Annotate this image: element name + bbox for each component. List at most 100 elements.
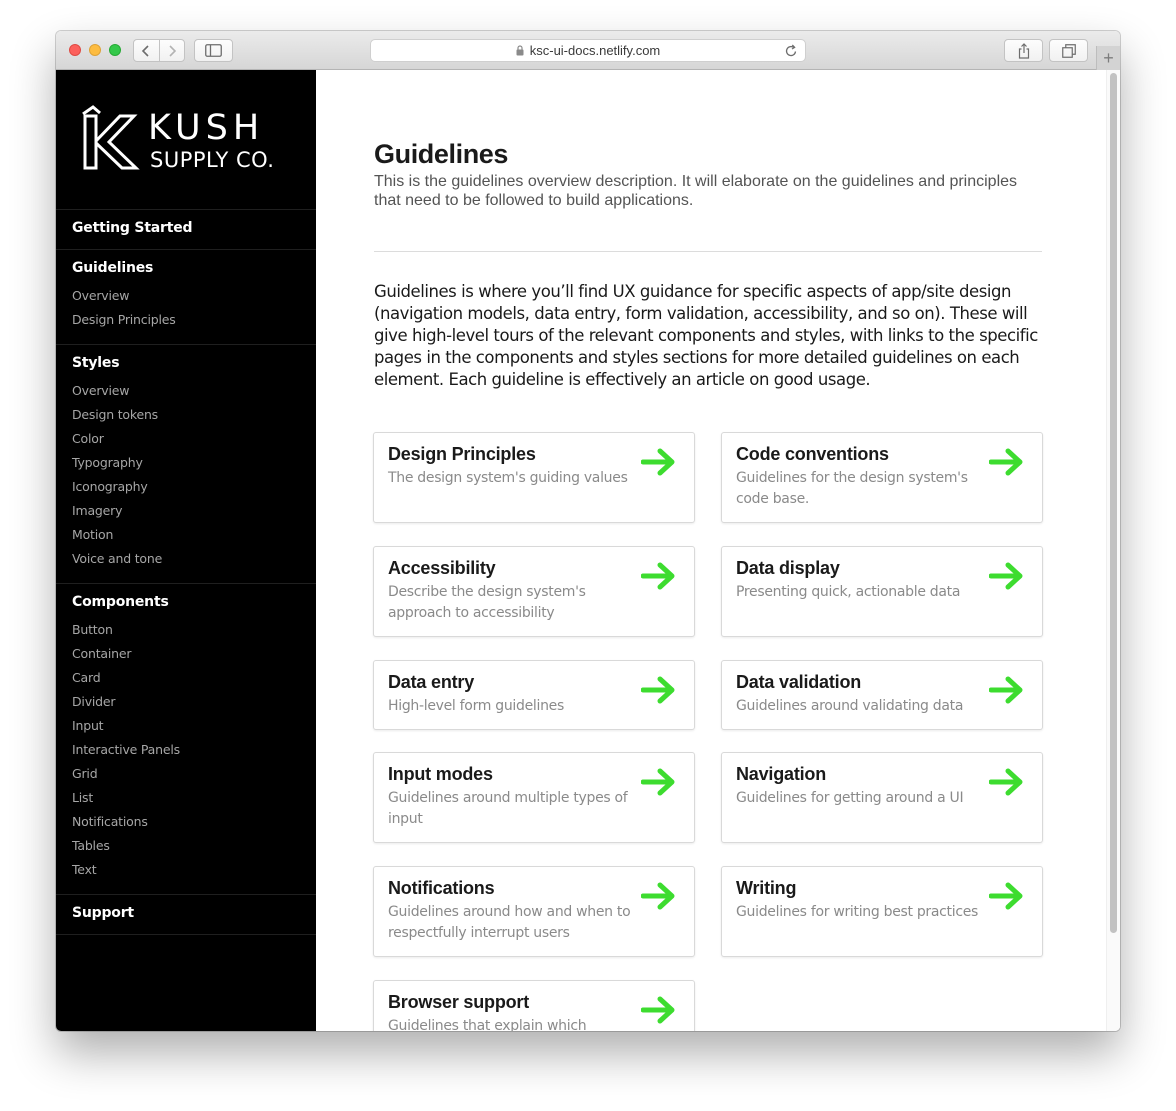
scrollbar-thumb[interactable] <box>1110 73 1117 933</box>
nav-heading-support[interactable]: Support <box>72 905 134 921</box>
card-title: Accessibility <box>388 558 496 578</box>
nav-link-overview[interactable]: Overview <box>72 288 129 303</box>
page-description: This is the guidelines overview descript… <box>374 173 1018 209</box>
content-divider <box>374 251 1042 252</box>
page-title: Guidelines <box>374 139 509 169</box>
arrow-right-icon <box>989 881 1025 911</box>
nav-link-input[interactable]: Input <box>72 718 104 733</box>
arrow-right-icon <box>641 767 677 797</box>
nav-link-container[interactable]: Container <box>72 646 131 661</box>
nav-link-tables[interactable]: Tables <box>72 838 110 853</box>
back-button[interactable] <box>134 40 159 61</box>
brand-logo[interactable]: KUSH SUPPLY CO. <box>82 104 292 170</box>
card-title: Data validation <box>736 672 862 692</box>
main-content: Guidelines This is the guidelines overvi… <box>316 70 1120 1031</box>
guideline-card[interactable]: Writing Guidelines for writing best pract… <box>721 866 1043 957</box>
chevron-right-icon <box>169 44 176 57</box>
logo-word-kush: KUSH <box>148 108 264 148</box>
card-title: Browser support <box>388 992 530 1012</box>
logo-mark-icon <box>82 105 140 170</box>
nav-link-motion[interactable]: Motion <box>72 527 113 542</box>
card-title: Input modes <box>388 764 493 784</box>
nav-link-voice-and-tone[interactable]: Voice and tone <box>72 551 162 566</box>
nav-divider <box>56 894 316 895</box>
minimize-window-button[interactable] <box>89 44 101 56</box>
card-title: Navigation <box>736 764 827 784</box>
guideline-card[interactable]: Data validation Guidelines around validat… <box>721 660 1043 730</box>
nav-heading-guidelines[interactable]: Guidelines <box>72 260 153 276</box>
card-description: Guidelines around how and when to respec… <box>388 904 631 941</box>
nav-link-design-principles[interactable]: Design Principles <box>72 312 176 327</box>
nav-heading-getting-started[interactable]: Getting Started <box>72 220 193 236</box>
nav-divider <box>56 934 316 935</box>
guideline-card[interactable]: Data display Presenting quick, actionable… <box>721 546 1043 637</box>
sidebar-icon <box>205 44 222 57</box>
nav-divider <box>56 209 316 210</box>
guideline-card[interactable]: Input modes Guidelines around multiple ty… <box>373 752 695 843</box>
arrow-right-icon <box>641 881 677 911</box>
arrow-right-icon <box>641 995 677 1025</box>
nav-link-overview[interactable]: Overview <box>72 383 129 398</box>
card-title: Code conventions <box>736 444 889 464</box>
nav-link-iconography[interactable]: Iconography <box>72 479 148 494</box>
guideline-card[interactable]: Code conventions Guidelines for the desig… <box>721 432 1043 523</box>
scrollbar[interactable] <box>1106 70 1120 1031</box>
intro-paragraph: Guidelines is where you’ll find UX guida… <box>374 282 1038 389</box>
guideline-card[interactable]: Notifications Guidelines around how and w… <box>373 866 695 957</box>
card-description: Guidelines for getting around a UI <box>736 790 964 806</box>
nav-divider <box>56 583 316 584</box>
card-description: The design system's guiding values <box>388 470 628 486</box>
card-description: Guidelines for the design system's code … <box>736 470 968 507</box>
arrow-right-icon <box>989 675 1025 705</box>
card-description: Guidelines that explain which <box>388 1018 587 1031</box>
nav-link-interactive-panels[interactable]: Interactive Panels <box>72 742 180 757</box>
nav-link-imagery[interactable]: Imagery <box>72 503 122 518</box>
nav-link-divider[interactable]: Divider <box>72 694 116 709</box>
plus-icon: + <box>1103 47 1114 68</box>
card-description: Describe the design system's approach to… <box>388 584 586 621</box>
nav-link-button[interactable]: Button <box>72 622 113 637</box>
arrow-right-icon <box>989 561 1025 591</box>
nav-link-design-tokens[interactable]: Design tokens <box>72 407 158 422</box>
card-title: Data display <box>736 558 840 578</box>
zoom-window-button[interactable] <box>109 44 121 56</box>
nav-link-text[interactable]: Text <box>72 862 97 877</box>
nav-link-card[interactable]: Card <box>72 670 101 685</box>
history-navigation <box>133 39 185 62</box>
arrow-right-icon <box>989 447 1025 477</box>
card-description: High-level form guidelines <box>388 698 564 714</box>
sidebar-toggle-button[interactable] <box>194 39 233 62</box>
forward-button[interactable] <box>160 40 185 61</box>
reload-icon[interactable] <box>785 44 798 58</box>
url-text: ksc-ui-docs.netlify.com <box>529 43 661 58</box>
nav-heading-styles[interactable]: Styles <box>72 355 120 371</box>
nav-link-notifications[interactable]: Notifications <box>72 814 148 829</box>
address-bar[interactable]: ksc-ui-docs.netlify.com <box>370 39 806 62</box>
nav-link-grid[interactable]: Grid <box>72 766 98 781</box>
nav-link-list[interactable]: List <box>72 790 93 805</box>
arrow-right-icon <box>641 561 677 591</box>
nav-heading-components[interactable]: Components <box>72 594 169 610</box>
share-icon <box>1018 42 1029 59</box>
nav-divider <box>56 344 316 345</box>
guideline-card[interactable]: Data entry High-level form guidelines <box>373 660 695 730</box>
guideline-card[interactable]: Browser support Guidelines that explain w… <box>373 980 695 1031</box>
card-title: Notifications <box>388 878 495 898</box>
guideline-card[interactable]: Design Principles The design system's gui… <box>373 432 695 523</box>
close-window-button[interactable] <box>69 44 81 56</box>
guideline-card[interactable]: Navigation Guidelines for getting around … <box>721 752 1043 843</box>
guideline-card[interactable]: Accessibility Describe the design system'… <box>373 546 695 637</box>
browser-window: ksc-ui-docs.netlify.com + KUSH SUPPLY CO… <box>56 31 1120 1031</box>
new-tab-button[interactable]: + <box>1096 46 1120 70</box>
card-description: Guidelines for writing best practices <box>736 904 979 920</box>
browser-toolbar: ksc-ui-docs.netlify.com + <box>56 31 1120 70</box>
tabs-overview-icon <box>1061 43 1076 58</box>
show-tabs-button[interactable] <box>1049 39 1088 62</box>
card-title: Design Principles <box>388 444 536 464</box>
nav-divider <box>56 249 316 250</box>
chevron-left-icon <box>142 44 149 57</box>
nav-link-typography[interactable]: Typography <box>72 455 143 470</box>
arrow-right-icon <box>989 767 1025 797</box>
nav-link-color[interactable]: Color <box>72 431 104 446</box>
share-button[interactable] <box>1004 39 1043 62</box>
